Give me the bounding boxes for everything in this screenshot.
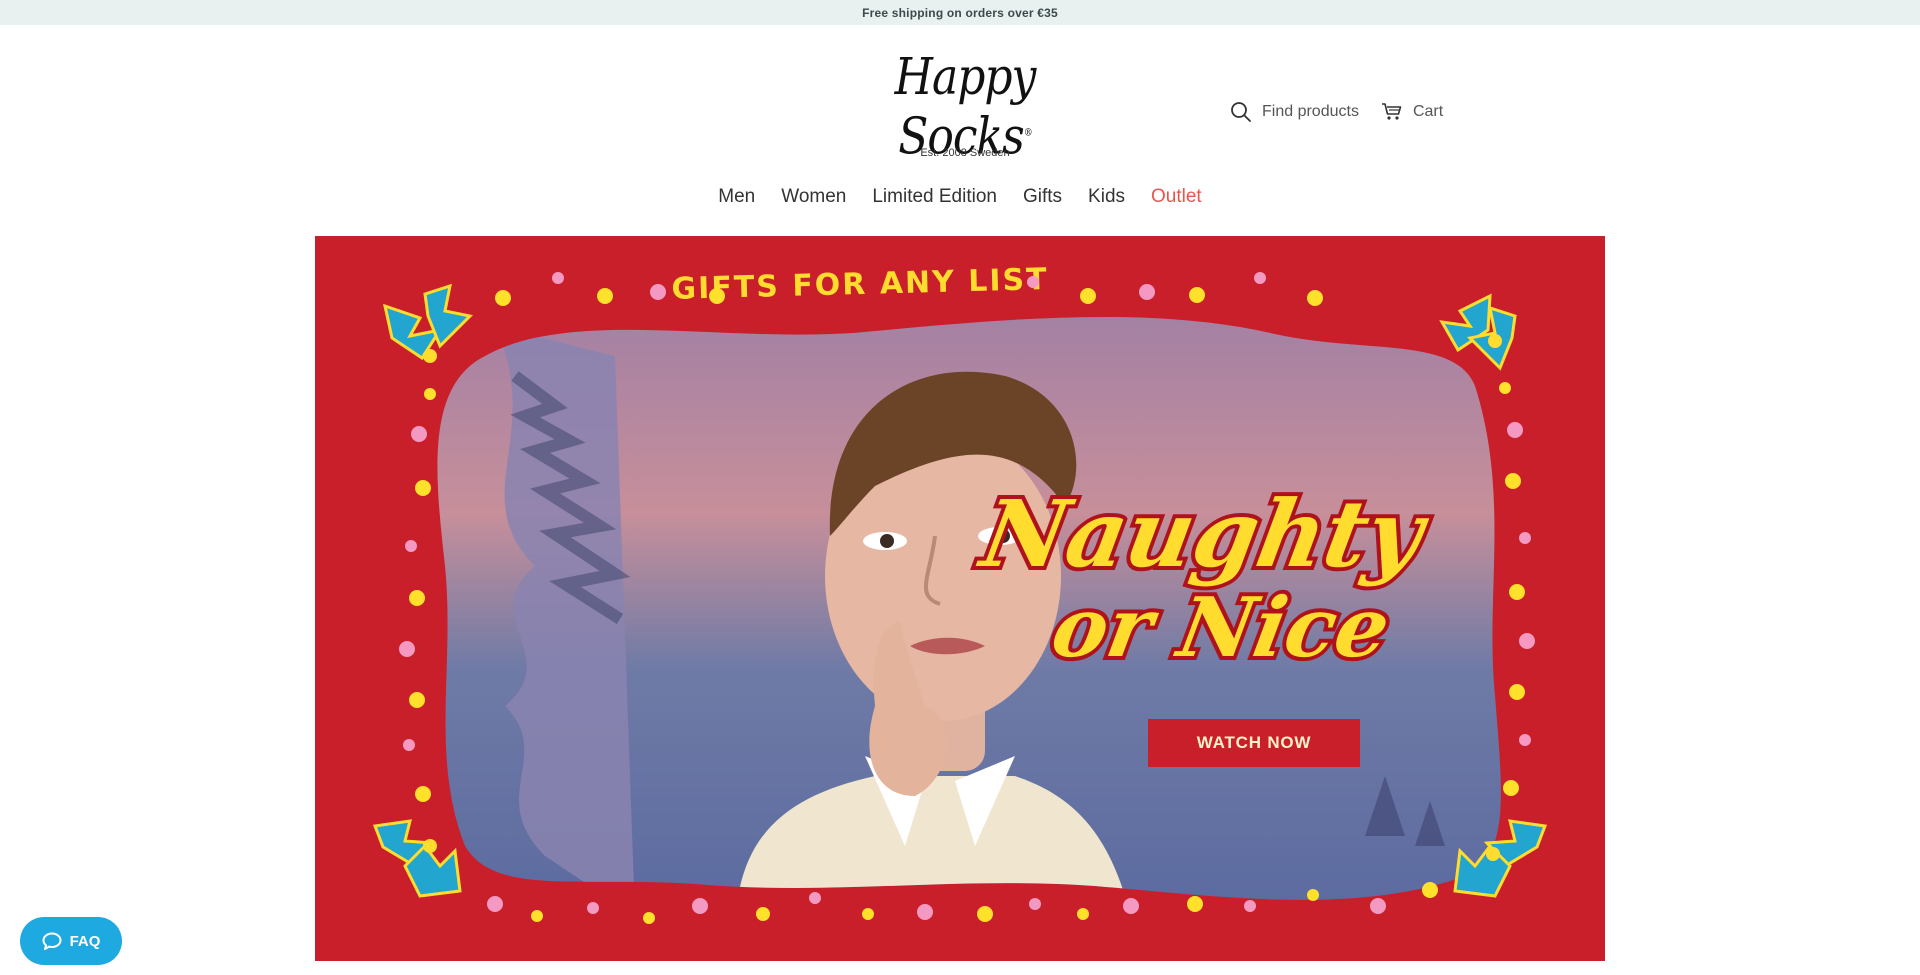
svg-text:or Nice: or Nice: [1045, 580, 1397, 676]
faq-button[interactable]: FAQ: [20, 917, 122, 965]
brand-logo[interactable]: Happy Socks® Est. 2008 Sweden: [870, 50, 1060, 164]
cart-button[interactable]: Cart: [1381, 102, 1443, 122]
chat-bubble-icon: [42, 932, 62, 950]
main-nav: Men Women Limited Edition Gifts Kids Out…: [0, 186, 1920, 208]
search-icon: [1231, 102, 1251, 122]
brand-tagline: Est. 2008 Sweden: [920, 147, 1010, 159]
holly-decoration-top-left: [382, 283, 474, 363]
announcement-bar: Free shipping on orders over €35: [0, 0, 1920, 25]
svg-text:GIFTS FOR ANY LIST: GIFTS FOR ANY LIST: [671, 262, 1049, 307]
nav-item-men[interactable]: Men: [718, 186, 755, 208]
svg-text:Naughty: Naughty: [971, 480, 1437, 588]
header-actions: Find products Cart: [1230, 101, 1443, 123]
registered-mark: ®: [1023, 127, 1033, 140]
gifts-for-any-list-banner: GIFTS FOR ANY LIST: [671, 262, 1049, 307]
nav-item-women[interactable]: Women: [781, 186, 846, 208]
hero-banner[interactable]: GIFTS FOR ANY LIST Naughty or Nice WATCH…: [315, 236, 1605, 961]
faq-label: FAQ: [69, 932, 101, 950]
hero-artwork: GIFTS FOR ANY LIST Naughty or Nice: [372, 262, 1548, 924]
find-products-button[interactable]: Find products: [1230, 101, 1359, 123]
nav-item-limited-edition[interactable]: Limited Edition: [872, 186, 997, 208]
holly-decoration-bottom-left: [372, 819, 462, 898]
nav-item-outlet[interactable]: Outlet: [1151, 186, 1202, 208]
find-products-label: Find products: [1262, 103, 1359, 120]
announcement-text: Free shipping on orders over €35: [862, 5, 1058, 20]
cart-label: Cart: [1412, 103, 1444, 120]
watch-now-button[interactable]: WATCH NOW: [1148, 719, 1360, 767]
nav-item-kids[interactable]: Kids: [1088, 186, 1125, 208]
cart-icon: [1381, 103, 1402, 120]
nav-item-gifts[interactable]: Gifts: [1023, 186, 1062, 208]
holly-decoration-top-right: [1439, 293, 1517, 371]
